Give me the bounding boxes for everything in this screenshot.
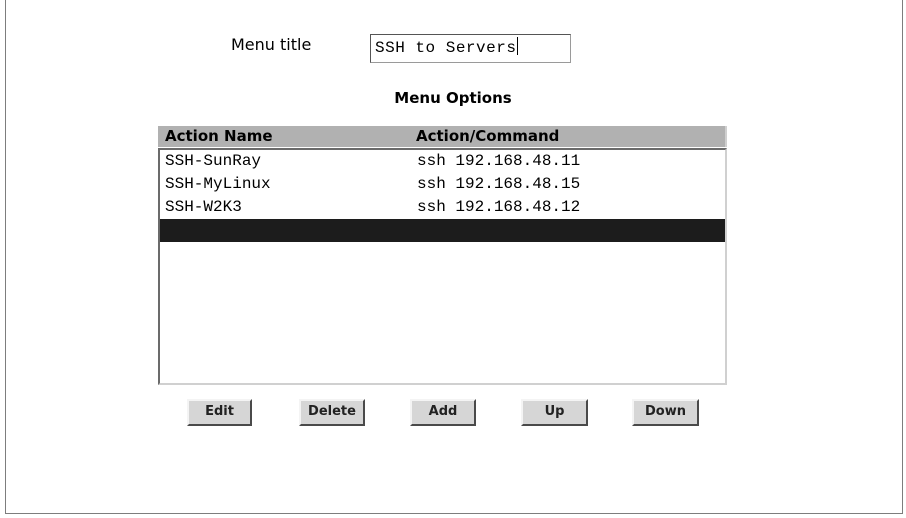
action-command-cell: ssh 192.168.48.15	[417, 175, 581, 193]
menu-title-value: SSH to Servers	[375, 39, 517, 57]
menu-options-heading: Menu Options	[394, 89, 512, 107]
list-item[interactable]: SSH-W2K3 ssh 192.168.48.12	[160, 196, 725, 219]
text-caret	[517, 37, 519, 55]
menu-title-label: Menu title	[231, 35, 312, 54]
delete-button[interactable]: Delete	[299, 399, 365, 426]
menu-title-input[interactable]: SSH to Servers	[370, 34, 571, 63]
add-button[interactable]: Add	[410, 399, 476, 426]
table-header: Action Name Action/Command	[158, 126, 727, 147]
menu-options-list[interactable]: SSH-SunRay ssh 192.168.48.11 SSH-MyLinux…	[158, 148, 727, 385]
action-name-cell: SSH-W2K3	[165, 198, 242, 216]
list-item[interactable]: SSH-SunRay ssh 192.168.48.11	[160, 150, 725, 173]
action-name-cell: SSH-SunRay	[165, 152, 262, 170]
list-item-selected[interactable]	[160, 219, 725, 242]
edit-button[interactable]: Edit	[187, 399, 252, 426]
up-button[interactable]: Up	[521, 399, 588, 426]
down-button[interactable]: Down	[632, 399, 699, 426]
action-name-cell: SSH-MyLinux	[165, 175, 271, 193]
column-header-action-name[interactable]: Action Name	[165, 127, 273, 145]
column-header-action-command[interactable]: Action/Command	[416, 127, 559, 145]
action-command-cell: ssh 192.168.48.11	[417, 152, 581, 170]
list-item[interactable]: SSH-MyLinux ssh 192.168.48.15	[160, 173, 725, 196]
action-command-cell: ssh 192.168.48.12	[417, 198, 581, 216]
